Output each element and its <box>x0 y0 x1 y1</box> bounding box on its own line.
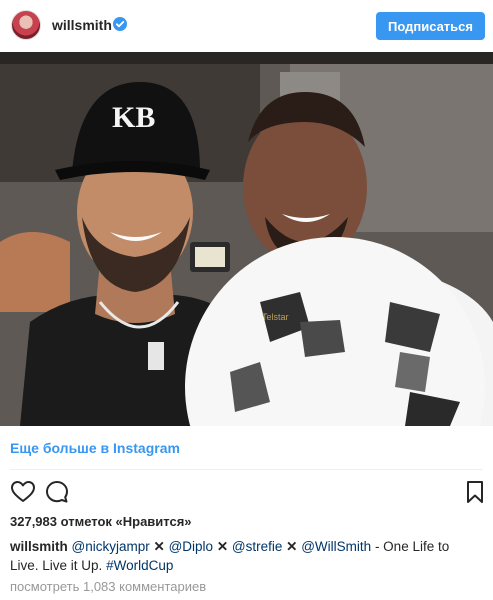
avatar[interactable] <box>11 10 41 40</box>
separator: ✕ <box>286 539 298 554</box>
separator: ✕ <box>153 539 165 554</box>
follow-button[interactable]: Подписаться <box>376 12 485 40</box>
mention-nickyjampr[interactable]: @nickyjampr <box>72 539 150 554</box>
view-comments-link[interactable]: посмотреть 1,083 комментариев <box>10 579 206 594</box>
cap-logo: KB <box>112 101 155 134</box>
mention-willsmith[interactable]: @WillSmith <box>301 539 371 554</box>
hashtag-worldcup[interactable]: #WorldCup <box>106 558 173 573</box>
divider <box>10 469 483 470</box>
separator: ✕ <box>216 539 229 554</box>
mention-strefie[interactable]: @strefie <box>232 539 282 554</box>
verified-icon <box>113 17 127 31</box>
post-caption: willsmith @nickyjampr ✕ @Diplo ✕ @strefi… <box>10 537 480 575</box>
bookmark-icon[interactable] <box>462 479 488 505</box>
photo-illustration: KB Telstar <box>0 52 493 426</box>
mention-diplo[interactable]: @Diplo <box>169 539 213 554</box>
ball-brand: Telstar <box>262 312 289 322</box>
likes-count[interactable]: 327,983 отметок «Нравится» <box>10 514 192 529</box>
more-on-instagram-link[interactable]: Еще больше в Instagram <box>10 440 180 456</box>
comment-icon[interactable] <box>44 479 70 505</box>
post-photo[interactable]: KB Telstar <box>0 52 493 426</box>
username[interactable]: willsmith <box>52 17 112 33</box>
heart-icon[interactable] <box>10 479 36 505</box>
instagram-embed-card: willsmith Подписаться KB Telstar Еще бол… <box>0 0 493 600</box>
caption-author[interactable]: willsmith <box>10 539 68 554</box>
post-header: willsmith Подписаться <box>0 0 493 52</box>
